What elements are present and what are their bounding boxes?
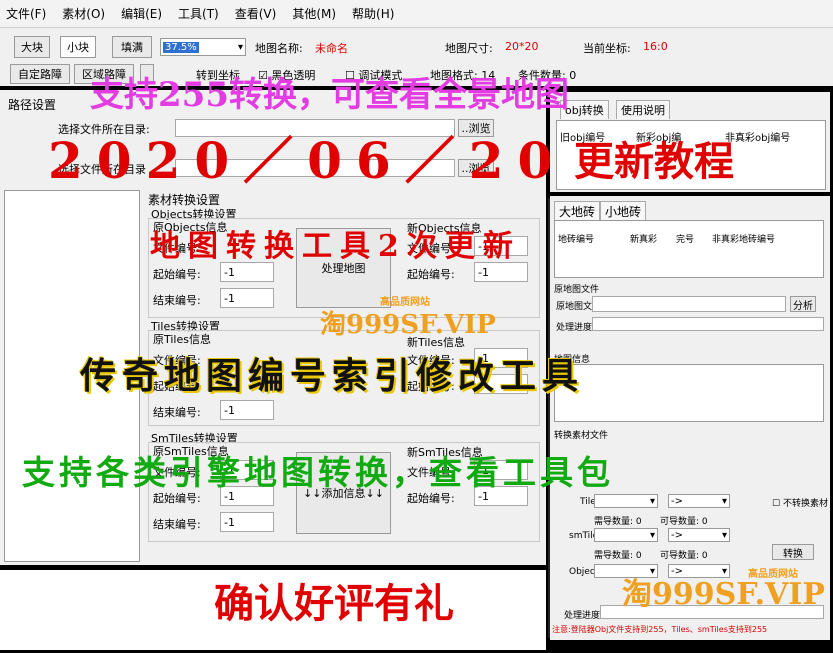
- chevron-down-icon: ▾: [649, 529, 655, 541]
- tile-col-no: 地砖编号: [558, 235, 595, 245]
- overlay-confirm: 确认好评有礼: [214, 580, 454, 627]
- menu-edit[interactable]: 编辑(E): [121, 5, 162, 22]
- tiles-available-count: 可导数量: 0: [660, 517, 708, 527]
- menu-other[interactable]: 其他(M): [292, 5, 336, 22]
- menu-help[interactable]: 帮助(H): [352, 5, 394, 22]
- map-name-label: 地图名称:: [255, 42, 303, 55]
- orig-map-file-title: 原地图文件: [554, 285, 600, 295]
- analyze-button[interactable]: 分析: [790, 296, 816, 312]
- smtiles-need-count: 需导数量: 0: [594, 551, 642, 561]
- objects-to-select[interactable]: -> ▾: [668, 564, 730, 578]
- obj-end-label: 结束编号:: [153, 294, 201, 307]
- convert-button[interactable]: 转换: [772, 544, 814, 560]
- fill-button[interactable]: 填满: [112, 36, 152, 58]
- big-block-button[interactable]: 大块: [14, 36, 50, 58]
- tiles-need-count: 需导数量: 0: [594, 517, 642, 527]
- menu-material[interactable]: 素材(O): [62, 5, 105, 22]
- tiles-from-select[interactable]: ▾: [594, 494, 658, 508]
- obj-col-non: 非真彩obj编号: [725, 133, 791, 144]
- small-block-button[interactable]: 小块: [60, 36, 96, 58]
- convert-material-title: 转换素材文件: [554, 431, 609, 441]
- map-info-box: [554, 364, 824, 422]
- path-settings-title: 路径设置: [8, 98, 57, 112]
- overlay-second-update: 地图转换工具2次更新: [150, 229, 521, 264]
- sm-end-label: 结束编号:: [153, 518, 201, 531]
- sm-new-start-label: 起始编号:: [407, 492, 455, 505]
- orig-map-input[interactable]: [592, 296, 786, 312]
- map-size-label: 地图尺寸:: [445, 42, 493, 55]
- obj-start-input[interactable]: -1: [220, 262, 274, 282]
- chevron-down-icon: ▾: [237, 41, 243, 53]
- overlay-support: 支持各类引擎地图转换，查看工具包: [22, 453, 614, 492]
- no-convert-label: 不转换素材: [782, 499, 828, 509]
- overlay-watermark-tag-2: 高品质网站: [748, 569, 798, 580]
- tile-col-done: 完号: [676, 235, 695, 245]
- coord-label: 当前坐标:: [583, 42, 631, 55]
- progress-label: 处理进度:: [556, 323, 596, 333]
- obj-new-start-label: 起始编号:: [407, 268, 455, 281]
- tab-small-tiles[interactable]: 小地砖: [600, 201, 647, 221]
- obj-new-start-input[interactable]: -1: [474, 262, 528, 282]
- tiles-end-label: 结束编号:: [153, 406, 201, 419]
- orig-tiles-label: 原Tiles信息: [153, 333, 211, 346]
- progress-label-2: 处理进度:: [564, 611, 604, 621]
- map-size-value: 20*20: [505, 40, 539, 53]
- objects-from-select[interactable]: ▾: [594, 564, 658, 578]
- tiles-to-select[interactable]: -> ▾: [668, 494, 730, 508]
- overlay-date: 2020／06／20: [48, 131, 567, 190]
- sm-end-input[interactable]: -1: [220, 512, 274, 532]
- sm-start-label: 起始编号:: [153, 492, 201, 505]
- overlay-watermark-2: 淘999SF.VIP: [622, 577, 825, 612]
- zoom-select[interactable]: 37.5% ▾: [160, 38, 246, 56]
- tile-col-non: 非真彩地砖编号: [712, 235, 776, 245]
- chevron-down-icon: ▾: [649, 495, 655, 507]
- menu-view[interactable]: 查看(V): [235, 5, 277, 22]
- chevron-down-icon: ▾: [721, 529, 727, 541]
- divider: [548, 198, 550, 638]
- obj-end-input[interactable]: -1: [220, 288, 274, 308]
- menu-file[interactable]: 文件(F): [6, 5, 46, 22]
- custom-path-button[interactable]: 自定路障: [10, 64, 70, 84]
- smtiles-to-select[interactable]: -> ▾: [668, 528, 730, 542]
- tiles-end-input[interactable]: -1: [220, 400, 274, 420]
- overlay-legend: 传奇地图编号索引修改工具: [80, 355, 585, 397]
- map-name-value: 未命名: [315, 42, 348, 55]
- chevron-down-icon: ▾: [721, 495, 727, 507]
- zoom-value: 37.5%: [163, 41, 199, 53]
- progress-bar: [592, 317, 824, 331]
- overlay-tutorial: 更新教程: [574, 138, 734, 185]
- chevron-down-icon: ▾: [649, 565, 655, 577]
- overlay-headline: 支持255转换，可查看全景地图: [90, 75, 569, 115]
- menu-bar: 文件(F) 素材(O) 编辑(E) 工具(T) 查看(V) 其他(M) 帮助(H…: [0, 0, 833, 28]
- menu-tools[interactable]: 工具(T): [178, 5, 219, 22]
- coord-value: 16:0: [643, 40, 668, 53]
- overlay-watermark: 淘999SF.VIP: [320, 310, 496, 340]
- note-text: 注意:登陆器Obj文件支持到255，Tiles、smTiles支持到255: [552, 625, 768, 634]
- chevron-down-icon: ▾: [721, 565, 727, 577]
- smtiles-available-count: 可导数量: 0: [660, 551, 708, 561]
- tile-col-new: 新真彩: [630, 235, 658, 245]
- overlay-watermark-tag: 高品质网站: [380, 297, 430, 308]
- obj-start-label: 起始编号:: [153, 268, 201, 281]
- no-convert-checkbox[interactable]: ☐ 不转换素材: [772, 496, 828, 509]
- tile-list: [554, 220, 824, 278]
- tab-big-tiles[interactable]: 大地砖: [554, 201, 601, 221]
- tab-usage[interactable]: 使用说明: [616, 100, 670, 119]
- smtiles-from-select[interactable]: ▾: [594, 528, 658, 542]
